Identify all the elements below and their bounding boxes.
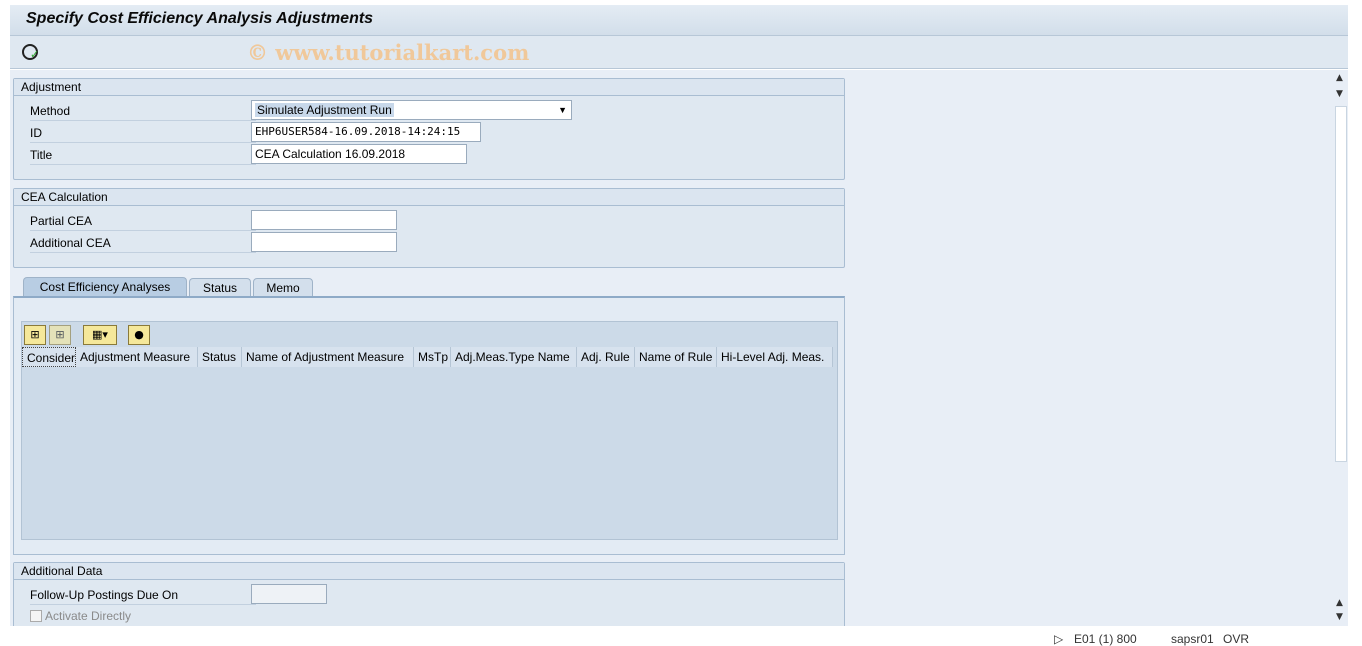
id-field[interactable]: EHP6USER584-16.09.2018-14:24:15: [251, 122, 481, 142]
title-label: Title: [30, 145, 256, 165]
partial-cea-label: Partial CEA: [30, 211, 256, 231]
tab-cost-efficiency-analyses[interactable]: Cost Efficiency Analyses: [23, 277, 187, 298]
col-consider[interactable]: Consider: [22, 347, 76, 367]
additional-cea-label: Additional CEA: [30, 233, 256, 253]
cea-header: CEA Calculation: [14, 189, 844, 206]
partial-cea-field[interactable]: [251, 210, 397, 230]
followup-label: Follow-Up Postings Due On: [30, 585, 256, 605]
scroll-down-icon[interactable]: ▼: [1336, 612, 1343, 622]
tab-status[interactable]: Status: [189, 278, 251, 298]
additional-cea-field[interactable]: [251, 232, 397, 252]
col-status[interactable]: Status: [198, 347, 242, 367]
col-name-adjustment-measure[interactable]: Name of Adjustment Measure: [242, 347, 414, 367]
method-value: Simulate Adjustment Run: [255, 103, 394, 117]
play-icon[interactable]: ▷: [1054, 632, 1063, 646]
activate-directly-label: Activate Directly: [45, 609, 132, 623]
col-adj-meas-type-name[interactable]: Adj.Meas.Type Name: [451, 347, 577, 367]
col-mstp[interactable]: MsTp: [414, 347, 451, 367]
method-label: Method: [30, 101, 256, 121]
system-info[interactable]: E01 (1) 800: [1074, 632, 1137, 646]
vertical-scrollbar[interactable]: ▲ ▼ ▲ ▼: [1334, 70, 1348, 626]
tab-panel: ⊞ ⊞ ▦▾ ● Consider Adjustment Measure Sta…: [13, 296, 845, 555]
activate-directly-checkbox[interactable]: Activate Directly: [30, 609, 131, 623]
col-name-of-rule[interactable]: Name of Rule: [635, 347, 717, 367]
alv-grid: ⊞ ⊞ ▦▾ ● Consider Adjustment Measure Sta…: [21, 321, 838, 540]
additional-data-header: Additional Data: [14, 563, 844, 580]
chart-icon[interactable]: ●: [128, 325, 150, 345]
method-dropdown[interactable]: Simulate Adjustment Run ▼: [251, 100, 572, 120]
layout-menu-icon[interactable]: ▦▾: [83, 325, 117, 345]
followup-date-field[interactable]: [251, 584, 327, 604]
id-label: ID: [30, 123, 256, 143]
input-mode[interactable]: OVR: [1223, 632, 1249, 646]
col-adj-rule[interactable]: Adj. Rule: [577, 347, 635, 367]
chevron-down-icon[interactable]: ▼: [558, 101, 567, 119]
scrollbar-thumb[interactable]: [1335, 106, 1347, 462]
main-area: Adjustment Method Simulate Adjustment Ru…: [10, 70, 1348, 632]
application-toolbar: © www.tutorialkart.com: [10, 36, 1348, 69]
adjustment-group: Adjustment Method Simulate Adjustment Ru…: [13, 78, 845, 180]
tab-memo[interactable]: Memo: [253, 278, 313, 298]
col-hi-level-adj-meas[interactable]: Hi-Level Adj. Meas.: [717, 347, 833, 367]
execute-clock-icon[interactable]: [22, 44, 39, 60]
title-field[interactable]: CEA Calculation 16.09.2018: [251, 144, 467, 164]
scroll-up-icon[interactable]: ▲: [1336, 73, 1343, 83]
title-bar: Specify Cost Efficiency Analysis Adjustm…: [10, 5, 1348, 36]
scroll-page-down-icon[interactable]: ▼: [1336, 89, 1343, 99]
checkbox-box[interactable]: [30, 610, 42, 622]
find-icon[interactable]: ⊞: [24, 325, 46, 345]
tab-strip: Cost Efficiency Analyses Status Memo: [13, 277, 845, 298]
page-title: Specify Cost Efficiency Analysis Adjustm…: [26, 10, 374, 27]
grid-header: Consider Adjustment Measure Status Name …: [22, 347, 833, 367]
server-info: sapsr01: [1171, 632, 1214, 646]
status-bar: ▷ E01 (1) 800 sapsr01 OVR: [0, 626, 1362, 646]
scroll-page-up-icon[interactable]: ▲: [1336, 598, 1343, 608]
watermark: © www.tutorialkart.com: [247, 40, 530, 65]
additional-data-group: Additional Data Follow-Up Postings Due O…: [13, 562, 845, 632]
adjustment-header: Adjustment: [14, 79, 844, 96]
find-next-icon[interactable]: ⊞: [49, 325, 71, 345]
cea-group: CEA Calculation Partial CEA Additional C…: [13, 188, 845, 268]
col-adjustment-measure[interactable]: Adjustment Measure: [76, 347, 198, 367]
